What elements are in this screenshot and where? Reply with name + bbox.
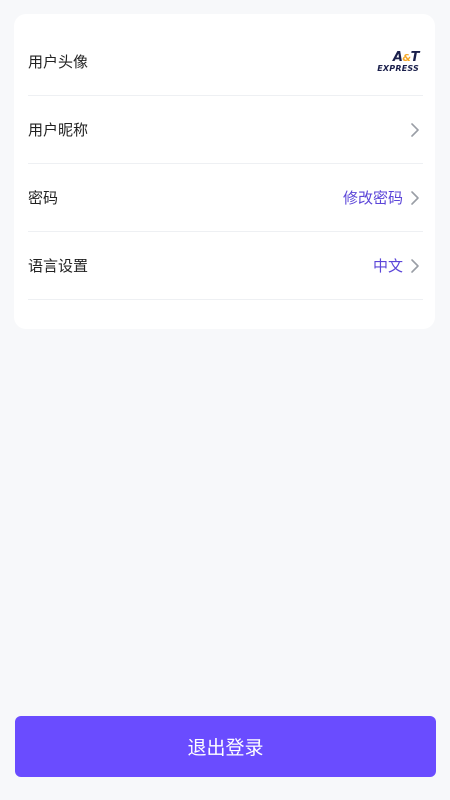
- row-language-settings[interactable]: 语言设置 中文: [28, 232, 423, 300]
- logo-bottom-text: EXPRESS: [377, 63, 419, 73]
- row-password[interactable]: 密码 修改密码: [28, 164, 423, 232]
- row-label-password: 密码: [28, 189, 59, 207]
- row-label-user-avatar: 用户头像: [28, 53, 89, 71]
- logout-button[interactable]: 退出登录: [15, 716, 436, 777]
- avatar-container[interactable]: A&T EXPRESS: [377, 49, 423, 75]
- chevron-right-icon: [411, 190, 419, 205]
- settings-card: 用户头像 A&T EXPRESS 用户昵称 密码 修改密码 语言设置 中文: [14, 14, 435, 329]
- language-value[interactable]: 中文: [373, 255, 403, 276]
- avatar-logo[interactable]: A&T EXPRESS: [377, 49, 419, 75]
- row-label-user-nickname: 用户昵称: [28, 121, 89, 139]
- change-password-link[interactable]: 修改密码: [343, 187, 403, 208]
- chevron-right-icon: [411, 258, 419, 273]
- row-label-language-settings: 语言设置: [28, 257, 89, 275]
- row-user-avatar[interactable]: 用户头像 A&T EXPRESS: [28, 28, 423, 96]
- row-user-nickname[interactable]: 用户昵称: [28, 96, 423, 164]
- logo-top-text: A&T: [392, 49, 420, 65]
- chevron-right-icon: [411, 122, 419, 137]
